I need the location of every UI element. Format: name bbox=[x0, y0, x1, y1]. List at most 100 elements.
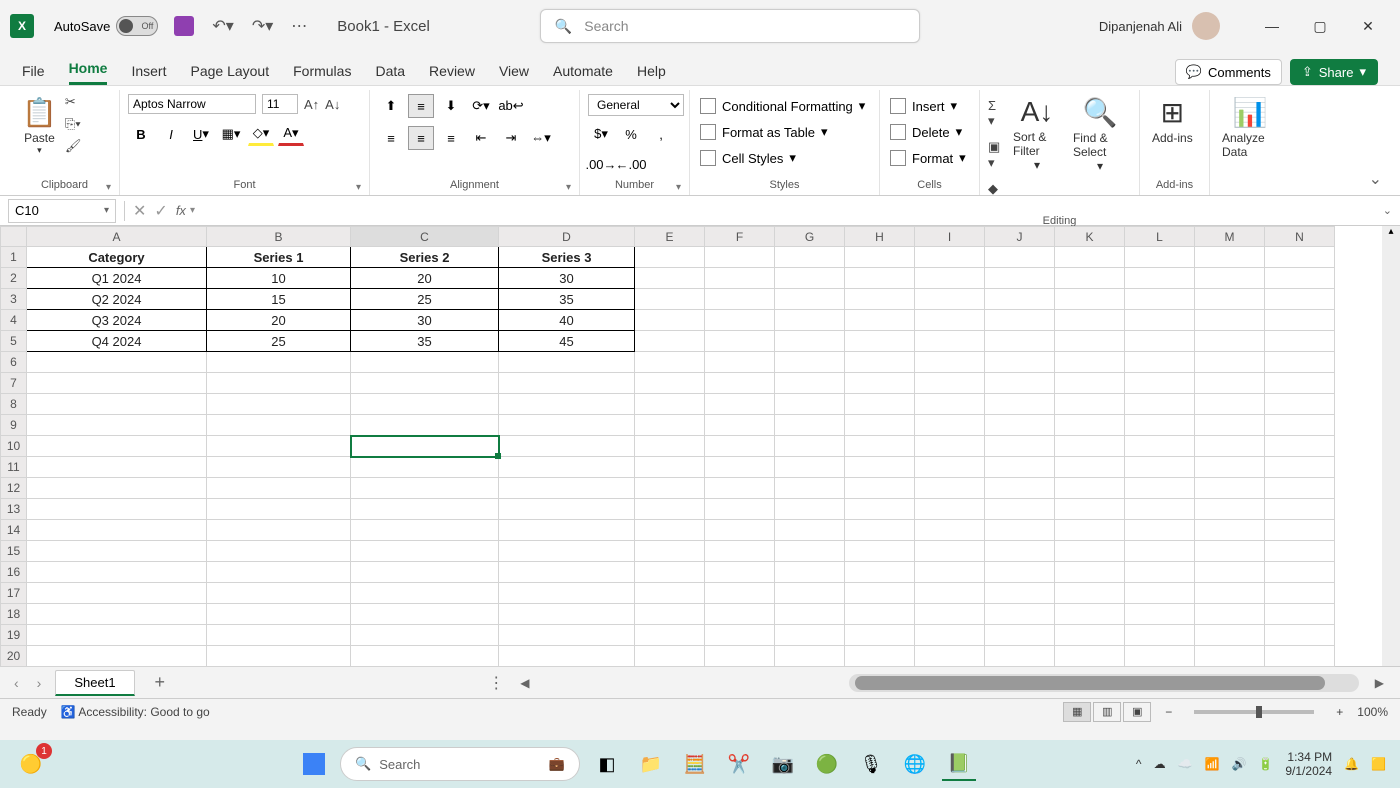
cell-N16[interactable] bbox=[1265, 562, 1335, 583]
cell-C3[interactable]: 25 bbox=[351, 289, 499, 310]
cell-I3[interactable] bbox=[915, 289, 985, 310]
cell-A15[interactable] bbox=[27, 541, 207, 562]
row-header-13[interactable]: 13 bbox=[1, 499, 27, 520]
cell-F2[interactable] bbox=[705, 268, 775, 289]
row-header-17[interactable]: 17 bbox=[1, 583, 27, 604]
cell-A8[interactable] bbox=[27, 394, 207, 415]
cell-I6[interactable] bbox=[915, 352, 985, 373]
cell-B10[interactable] bbox=[207, 436, 351, 457]
tab-file[interactable]: File bbox=[22, 63, 45, 85]
row-header-9[interactable]: 9 bbox=[1, 415, 27, 436]
cell-K6[interactable] bbox=[1055, 352, 1125, 373]
comma-icon[interactable]: , bbox=[648, 122, 674, 146]
mic-icon[interactable]: 🎙 bbox=[854, 747, 888, 781]
row-header-14[interactable]: 14 bbox=[1, 520, 27, 541]
cell-L14[interactable] bbox=[1125, 520, 1195, 541]
cell-A14[interactable] bbox=[27, 520, 207, 541]
cell-J6[interactable] bbox=[985, 352, 1055, 373]
align-left-icon[interactable]: ≡ bbox=[378, 126, 404, 150]
cell-H12[interactable] bbox=[845, 478, 915, 499]
borders-button[interactable]: ▦▾ bbox=[218, 122, 244, 146]
col-header-H[interactable]: H bbox=[845, 227, 915, 247]
cell-F4[interactable] bbox=[705, 310, 775, 331]
cell-H13[interactable] bbox=[845, 499, 915, 520]
cell-F13[interactable] bbox=[705, 499, 775, 520]
cell-A10[interactable] bbox=[27, 436, 207, 457]
cell-B17[interactable] bbox=[207, 583, 351, 604]
cell-G9[interactable] bbox=[775, 415, 845, 436]
row-header-5[interactable]: 5 bbox=[1, 331, 27, 352]
cell-D1[interactable]: Series 3 bbox=[499, 247, 635, 268]
format-cells-button[interactable]: Format ▾ bbox=[888, 148, 968, 168]
cell-J10[interactable] bbox=[985, 436, 1055, 457]
font-dialog-icon[interactable]: ▾ bbox=[356, 182, 361, 193]
cell-B20[interactable] bbox=[207, 646, 351, 667]
cell-L1[interactable] bbox=[1125, 247, 1195, 268]
cell-I15[interactable] bbox=[915, 541, 985, 562]
cell-D17[interactable] bbox=[499, 583, 635, 604]
cell-G13[interactable] bbox=[775, 499, 845, 520]
cell-C14[interactable] bbox=[351, 520, 499, 541]
cell-F15[interactable] bbox=[705, 541, 775, 562]
cell-D14[interactable] bbox=[499, 520, 635, 541]
cell-H7[interactable] bbox=[845, 373, 915, 394]
cell-D11[interactable] bbox=[499, 457, 635, 478]
cell-E4[interactable] bbox=[635, 310, 705, 331]
zoom-level[interactable]: 100% bbox=[1357, 705, 1388, 719]
system-clock[interactable]: 1:34 PM 9/1/2024 bbox=[1285, 750, 1332, 779]
cell-G14[interactable] bbox=[775, 520, 845, 541]
tray-expand-icon[interactable]: ^ bbox=[1136, 757, 1142, 771]
cell-F7[interactable] bbox=[705, 373, 775, 394]
cell-N10[interactable] bbox=[1265, 436, 1335, 457]
close-button[interactable]: ✕ bbox=[1346, 11, 1390, 41]
cell-B13[interactable] bbox=[207, 499, 351, 520]
cell-I14[interactable] bbox=[915, 520, 985, 541]
wrap-text-icon[interactable]: ab↩ bbox=[498, 94, 524, 118]
cell-C8[interactable] bbox=[351, 394, 499, 415]
cell-A7[interactable] bbox=[27, 373, 207, 394]
cell-F14[interactable] bbox=[705, 520, 775, 541]
cell-H15[interactable] bbox=[845, 541, 915, 562]
zoom-slider[interactable] bbox=[1194, 710, 1314, 714]
cell-D4[interactable]: 40 bbox=[499, 310, 635, 331]
increase-indent-icon[interactable]: ⇥ bbox=[498, 126, 524, 150]
cell-A18[interactable] bbox=[27, 604, 207, 625]
tab-page-layout[interactable]: Page Layout bbox=[190, 63, 269, 85]
cell-J7[interactable] bbox=[985, 373, 1055, 394]
cell-D7[interactable] bbox=[499, 373, 635, 394]
number-dialog-icon[interactable]: ▾ bbox=[676, 182, 681, 193]
row-header-12[interactable]: 12 bbox=[1, 478, 27, 499]
chrome-icon[interactable]: 🌐 bbox=[898, 747, 932, 781]
tray-app-icon[interactable]: 🟨 bbox=[1371, 757, 1386, 771]
cancel-formula-icon[interactable]: ✕ bbox=[129, 201, 150, 221]
cell-B3[interactable]: 15 bbox=[207, 289, 351, 310]
cell-G5[interactable] bbox=[775, 331, 845, 352]
cell-E19[interactable] bbox=[635, 625, 705, 646]
cell-K4[interactable] bbox=[1055, 310, 1125, 331]
cell-N7[interactable] bbox=[1265, 373, 1335, 394]
spreadsheet-grid[interactable]: ABCDEFGHIJKLMN1CategorySeries 1Series 2S… bbox=[0, 226, 1400, 666]
col-header-B[interactable]: B bbox=[207, 227, 351, 247]
cell-C13[interactable] bbox=[351, 499, 499, 520]
cell-B18[interactable] bbox=[207, 604, 351, 625]
cell-F19[interactable] bbox=[705, 625, 775, 646]
cell-K5[interactable] bbox=[1055, 331, 1125, 352]
cell-I19[interactable] bbox=[915, 625, 985, 646]
row-header-7[interactable]: 7 bbox=[1, 373, 27, 394]
cell-D18[interactable] bbox=[499, 604, 635, 625]
cell-H8[interactable] bbox=[845, 394, 915, 415]
cell-J20[interactable] bbox=[985, 646, 1055, 667]
increase-decimal-icon[interactable]: .00→ bbox=[588, 152, 614, 176]
cell-J14[interactable] bbox=[985, 520, 1055, 541]
cell-F8[interactable] bbox=[705, 394, 775, 415]
cell-E1[interactable] bbox=[635, 247, 705, 268]
cell-D3[interactable]: 35 bbox=[499, 289, 635, 310]
cell-E7[interactable] bbox=[635, 373, 705, 394]
cell-M5[interactable] bbox=[1195, 331, 1265, 352]
cell-H2[interactable] bbox=[845, 268, 915, 289]
avatar[interactable] bbox=[1192, 12, 1220, 40]
cell-C16[interactable] bbox=[351, 562, 499, 583]
cell-K15[interactable] bbox=[1055, 541, 1125, 562]
cell-G3[interactable] bbox=[775, 289, 845, 310]
align-middle-icon[interactable]: ≡ bbox=[408, 94, 434, 118]
